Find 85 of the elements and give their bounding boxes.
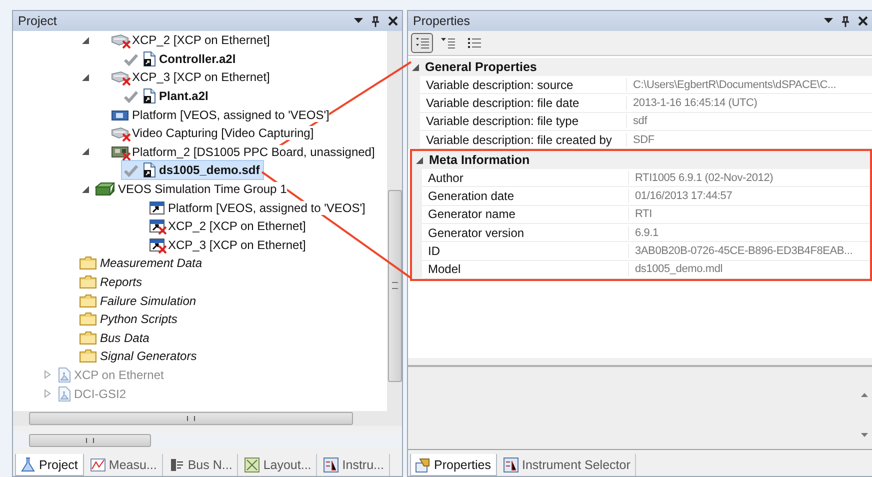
- panel-title: Project: [18, 14, 57, 28]
- property-value: C:\Users\EgbertR\Documents\dSPACE\C...: [632, 78, 836, 91]
- property-value: sdf: [632, 115, 648, 128]
- folder-icon: [79, 275, 97, 290]
- tab-icon: [168, 457, 185, 473]
- property-value: ds1005_demo.mdl: [634, 263, 723, 276]
- property-name: Generation date: [422, 189, 629, 204]
- property-name: Generator name: [422, 207, 629, 222]
- horizontal-scrollbar[interactable]: [13, 433, 402, 448]
- property-name: Variable description: file type: [420, 114, 627, 128]
- expanded-arrow-icon[interactable]: [415, 156, 424, 165]
- tab-icon: [90, 457, 106, 473]
- expanded-arrow-icon[interactable]: [80, 147, 90, 156]
- panel-tab[interactable]: Measu...: [86, 454, 163, 476]
- bullet-list-icon: [466, 36, 482, 50]
- tree-item[interactable]: ds1005_demo.sdf: [121, 160, 264, 180]
- device-icon: [111, 70, 129, 84]
- shortcut-icon: [149, 200, 165, 215]
- board-icon: [111, 144, 129, 159]
- categorized-view-button[interactable]: [411, 33, 433, 53]
- property-value: SDF: [632, 134, 654, 146]
- folder-item[interactable]: Reports: [77, 273, 146, 292]
- dropdown-icon: [354, 18, 363, 24]
- close-icon: [858, 16, 868, 26]
- shortcut-icon: [149, 238, 165, 252]
- folder-icon: [79, 294, 97, 308]
- down-arrow-icon: [860, 433, 868, 437]
- close-icon: [388, 16, 398, 26]
- folder-icon: [79, 256, 97, 270]
- tab-icon: [415, 456, 431, 472]
- panel-tab[interactable]: Bus N...: [164, 454, 238, 476]
- property-name: Generator version: [422, 226, 629, 240]
- folder-icon: [79, 312, 97, 326]
- panel-tab[interactable]: Instrument Selector: [498, 454, 636, 476]
- expanded-arrow-icon[interactable]: [411, 62, 420, 72]
- pin-icon: [841, 16, 850, 26]
- tree-item[interactable]: Controller.a2l: [121, 48, 240, 69]
- flask-document-icon: [57, 366, 71, 383]
- categorized-list-icon: [414, 36, 430, 50]
- property-name: Author: [422, 170, 629, 185]
- panel-tab[interactable]: Project: [15, 454, 84, 476]
- board-icon: [111, 108, 129, 122]
- pin-icon: [371, 16, 380, 26]
- property-value: RTI1005 6.9.1 (02-Nov-2012): [634, 172, 774, 184]
- property-name: Variable description: file created by: [420, 132, 627, 147]
- property-value: 01/16/2013 17:44:57: [634, 190, 732, 202]
- folder-icon: [79, 330, 97, 345]
- panel-tab[interactable]: Instru...: [319, 454, 390, 476]
- property-value: 2013-1-16 16:45:14 (UTC): [632, 96, 758, 109]
- shortcut-icon: [149, 219, 165, 234]
- tab-icon: [244, 457, 260, 473]
- up-arrow-icon: [860, 393, 868, 397]
- expanded-arrow-icon[interactable]: [80, 72, 90, 82]
- category-title: Meta Information: [429, 153, 530, 168]
- tab-icon: [502, 457, 519, 473]
- property-name: Variable description: source: [420, 78, 627, 92]
- vertical-scrollbar[interactable]: [387, 31, 402, 411]
- property-value: RTI: [634, 208, 652, 220]
- tab-icon: [20, 456, 36, 472]
- collapse-list-icon: [440, 36, 456, 50]
- horizontal-scrollbar[interactable]: [13, 411, 402, 426]
- property-name: Model: [422, 262, 629, 276]
- property-value: 3AB0B20B-0726-45CE-B896-ED3B4F8EAB...: [634, 245, 853, 258]
- tab-icon: [323, 457, 340, 473]
- expanded-arrow-icon[interactable]: [80, 36, 90, 45]
- folder-icon: [79, 349, 97, 364]
- check-icon: [123, 89, 139, 104]
- server-icon: [95, 182, 115, 196]
- expanded-arrow-icon[interactable]: [80, 184, 90, 194]
- file-icon: [142, 50, 156, 67]
- flask-document-icon: [57, 386, 71, 402]
- device-icon: [111, 126, 129, 140]
- panel-tab[interactable]: Properties: [410, 454, 497, 476]
- file-icon: [142, 162, 156, 178]
- tree-item[interactable]: Plant.a2l: [121, 86, 212, 106]
- file-icon: [142, 88, 156, 104]
- check-icon: [123, 52, 139, 66]
- property-name: Variable description: file date: [420, 96, 627, 110]
- panel-title: Properties: [413, 14, 470, 28]
- property-value: 6.9.1: [634, 226, 658, 239]
- dropdown-icon: [824, 18, 833, 24]
- property-name: ID: [422, 244, 629, 258]
- category-title: General Properties: [425, 60, 537, 74]
- panel-tab[interactable]: Layout...: [240, 454, 318, 476]
- check-icon: [123, 163, 139, 178]
